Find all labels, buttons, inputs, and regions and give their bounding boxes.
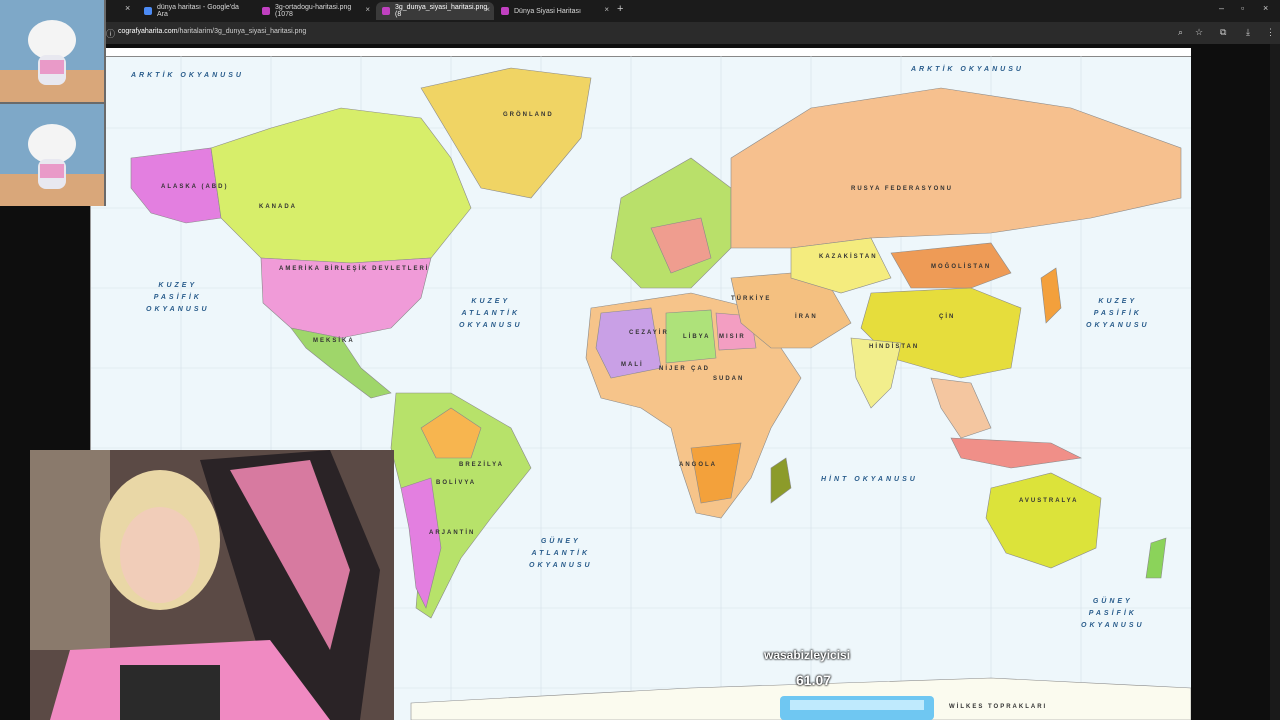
country-label: CEZAYİR — [629, 330, 669, 336]
tab-ortadogu-map[interactable]: 3g-ortadogu-haritasi.png (1078 × — [256, 2, 374, 20]
close-tab-icon[interactable]: × — [125, 3, 130, 13]
ocean-label: ARKTİK OKYANUSU — [131, 72, 244, 79]
country-label: AMERİKA BİRLEŞİK DEVLETLERİ — [279, 266, 430, 272]
overlay-username: wasabizleyicisi — [764, 648, 851, 662]
ocean-label: ARKTİK OKYANUSU — [911, 66, 1024, 73]
close-tab-icon[interactable]: × — [365, 5, 370, 14]
country-label: KAZAKİSTAN — [819, 254, 878, 260]
ocean-label: KUZEY ATLANTİK OKYANUSU — [459, 298, 523, 329]
country-label: ÇİN — [939, 314, 956, 320]
tab-dunya-siyasi-haritasi[interactable]: Dünya Siyasi Haritası × — [495, 2, 613, 20]
cat-character-image — [0, 104, 104, 206]
viewer-scrollbar[interactable] — [1270, 44, 1280, 720]
country-label: LİBYA — [683, 334, 711, 340]
country-label: MOĞOLİSTAN — [931, 264, 992, 270]
country-label: SUDAN — [713, 376, 745, 382]
url-field[interactable]: cografyaharita.com/haritalarim/3g_dunya_… — [118, 28, 306, 35]
country-label: KANADA — [259, 204, 297, 210]
country-label: BREZİLYA — [459, 462, 504, 468]
country-label: RUSYA FEDERASYONU — [851, 186, 953, 192]
menu-icon[interactable]: ⋮ — [1266, 27, 1275, 38]
ocean-label: KUZEY PASİFİK OKYANUSU — [146, 282, 210, 313]
country-label: GRÖNLAND — [503, 112, 554, 118]
tab-title: dünya haritası - Google'da Ara — [157, 4, 239, 18]
zoom-icon[interactable]: ⌕ — [1178, 27, 1183, 38]
site-info-icon[interactable]: ⓘ — [106, 27, 115, 40]
country-label: BOLİVYA — [436, 480, 477, 486]
tab-title: 3g_dunya_siyasi_haritasi.png (8 — [395, 4, 488, 18]
country-label: ÇAD — [691, 366, 710, 372]
address-bar[interactable]: ⓘ cografyaharita.com/haritalarim/3g_duny… — [0, 22, 1280, 44]
close-tab-icon[interactable]: × — [485, 5, 490, 14]
url-path: /haritalarim/3g_dunya_siyasi_haritasi.pn… — [177, 28, 307, 35]
country-label: NİJER — [659, 366, 687, 372]
streamer-image — [30, 450, 394, 720]
ice-block-graphic — [780, 696, 934, 720]
country-label: TÜRKİYE — [731, 296, 772, 302]
tab-title: Dünya Siyasi Haritası — [514, 7, 581, 15]
page-favicon-icon — [501, 7, 509, 15]
tab-title: 3g-ortadogu-haritasi.png (1078 — [275, 4, 352, 18]
ocean-label: KUZEY PASİFİK OKYANUSU — [1086, 298, 1150, 329]
country-label: ALASKA (ABD) — [161, 184, 229, 190]
country-label: AVUSTRALYA — [1019, 498, 1079, 504]
stream-thumbnails — [0, 0, 106, 206]
country-label: HİNDİSTAN — [869, 344, 920, 350]
cat-character-image — [0, 0, 104, 102]
tab-bar: ▾ × dünya haritası - Google'da Ara 3g-or… — [0, 0, 1280, 22]
close-window-icon[interactable]: × — [1263, 3, 1268, 13]
country-label: MISIR — [719, 334, 746, 340]
character-thumbnail — [0, 104, 104, 206]
country-label: ANGOLA — [679, 462, 717, 468]
ocean-label: GÜNEY ATLANTİK OKYANUSU — [529, 538, 593, 569]
google-favicon-icon — [144, 7, 152, 15]
new-tab-button[interactable]: + — [617, 3, 623, 15]
downloads-icon[interactable]: ⤓ — [1246, 27, 1250, 38]
tab-google-search[interactable]: dünya haritası - Google'da Ara — [138, 2, 256, 20]
character-thumbnail — [0, 0, 104, 102]
maximize-icon[interactable]: ▫ — [1241, 3, 1244, 13]
region-label: WİLKES TOPRAKLARI — [949, 704, 1048, 710]
country-label: MALİ — [621, 362, 644, 368]
extensions-icon[interactable]: ⧉ — [1220, 27, 1226, 38]
close-tab-icon[interactable]: × — [604, 5, 609, 14]
tab-dunya-siyasi-png[interactable]: 3g_dunya_siyasi_haritasi.png (8 × — [376, 2, 494, 20]
country-label: MEKSİKA — [313, 338, 355, 344]
image-favicon-icon — [382, 7, 390, 15]
ocean-label: HİNT OKYANUSU — [821, 476, 918, 483]
ocean-label: GÜNEY PASİFİK OKYANUSU — [1081, 598, 1145, 629]
bookmark-star-icon[interactable]: ☆ — [1195, 27, 1203, 38]
minimize-icon[interactable]: – — [1219, 3, 1224, 13]
overlay-value: 61.07 — [796, 672, 832, 688]
country-label: ARJANTİN — [429, 530, 476, 536]
image-favicon-icon — [262, 7, 270, 15]
webcam-feed — [30, 450, 394, 720]
url-domain: cografyaharita.com — [118, 28, 178, 35]
country-label: İRAN — [795, 314, 818, 320]
